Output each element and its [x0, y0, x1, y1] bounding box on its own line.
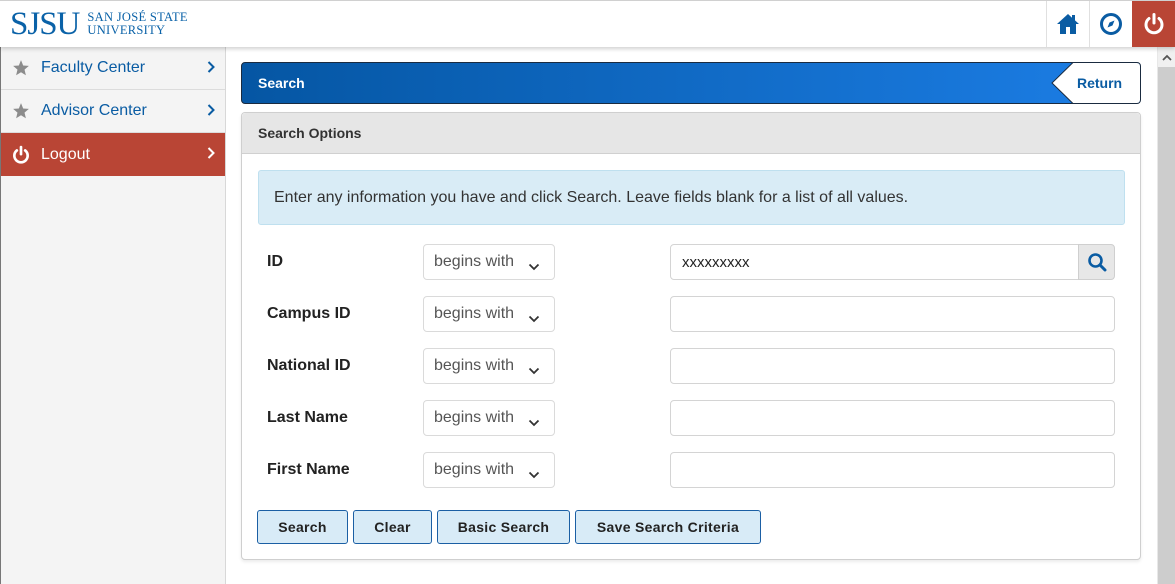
- compass-icon: [1100, 13, 1122, 35]
- sjsu-logo[interactable]: SJSU SAN JOSÉ STATE UNIVERSITY: [10, 7, 188, 41]
- logo-text: SAN JOSÉ STATE UNIVERSITY: [87, 11, 187, 37]
- field-label: ID: [267, 253, 283, 270]
- operator-value: begins with: [434, 409, 515, 426]
- navigator-button[interactable]: [1089, 1, 1132, 47]
- info-message: Enter any information you have and click…: [258, 170, 1125, 225]
- operator-value: begins with: [434, 305, 515, 322]
- home-icon: [1057, 14, 1079, 34]
- sidebar-item-label: Faculty Center: [41, 59, 146, 76]
- operator-select[interactable]: begins with: [423, 296, 555, 332]
- chevron-right-icon: [207, 60, 215, 79]
- sidebar-item-advisor-center[interactable]: Advisor Center: [1, 90, 225, 133]
- chevron-right-icon: [207, 103, 215, 122]
- page-title-bar: Search Return: [241, 62, 1141, 104]
- header-actions: [1046, 1, 1175, 47]
- search-icon: [1087, 253, 1106, 272]
- first-name-input[interactable]: [670, 452, 1115, 488]
- field-label: Campus ID: [267, 305, 351, 322]
- power-icon: [1, 145, 41, 165]
- page-title: Search: [258, 75, 305, 91]
- field-label: National ID: [267, 357, 351, 374]
- operator-value: begins with: [434, 357, 515, 374]
- sidebar-item-label: Advisor Center: [41, 102, 147, 119]
- return-label: Return: [1077, 75, 1123, 91]
- save-search-criteria-button[interactable]: Save Search Criteria: [575, 510, 761, 544]
- star-icon: [1, 59, 41, 77]
- chevron-down-icon: [528, 466, 540, 484]
- app: SJSU SAN JOSÉ STATE UNIVERSITY Faculty C…: [0, 0, 1175, 584]
- chevron-up-icon: [1161, 54, 1172, 61]
- home-button[interactable]: [1046, 1, 1089, 47]
- return-button[interactable]: Return: [1049, 63, 1140, 103]
- chevron-down-icon: [528, 310, 540, 328]
- last-name-input[interactable]: [670, 400, 1115, 436]
- chevron-down-icon: [528, 414, 540, 432]
- scroll-up-button[interactable]: [1158, 47, 1175, 67]
- chevron-down-icon: [528, 258, 540, 276]
- top-header: SJSU SAN JOSÉ STATE UNIVERSITY: [0, 0, 1175, 47]
- field-label: Last Name: [267, 409, 348, 426]
- operator-select[interactable]: begins with: [423, 244, 555, 280]
- operator-value: begins with: [434, 461, 515, 478]
- operator-select[interactable]: begins with: [423, 400, 555, 436]
- vertical-scrollbar[interactable]: [1157, 47, 1175, 584]
- chevron-right-icon: [207, 146, 215, 165]
- clear-button[interactable]: Clear: [353, 510, 432, 544]
- basic-search-button[interactable]: Basic Search: [437, 510, 570, 544]
- action-buttons: Search Clear Basic Search Save Search Cr…: [257, 510, 761, 544]
- sidebar-item-faculty-center[interactable]: Faculty Center: [1, 47, 225, 90]
- field-row-campus-id: Campus ID begins with: [267, 296, 1117, 332]
- operator-value: begins with: [434, 253, 515, 270]
- sidebar-item-label: Logout: [41, 145, 90, 163]
- header-logout-button[interactable]: [1132, 1, 1175, 47]
- star-icon: [1, 102, 41, 120]
- field-row-national-id: National ID begins with: [267, 348, 1117, 384]
- search-button[interactable]: Search: [257, 510, 348, 544]
- operator-select[interactable]: begins with: [423, 348, 555, 384]
- panel-title: Search Options: [242, 113, 1140, 154]
- search-options-panel: Search Options Enter any information you…: [241, 112, 1141, 560]
- id-input[interactable]: xxxxxxxxx: [670, 244, 1079, 280]
- lookup-button[interactable]: [1078, 244, 1115, 280]
- field-row-id: ID begins with xxxxxxxxx: [267, 244, 1117, 280]
- power-icon: [1144, 13, 1163, 35]
- logo-line-2: UNIVERSITY: [87, 23, 166, 37]
- logo-line-1: SAN JOSÉ STATE: [87, 10, 188, 24]
- sidebar-item-logout[interactable]: Logout: [1, 133, 225, 176]
- field-label: First Name: [267, 461, 350, 478]
- field-row-last-name: Last Name begins with: [267, 400, 1117, 436]
- national-id-input[interactable]: [670, 348, 1115, 384]
- campus-id-input[interactable]: [670, 296, 1115, 332]
- sidebar: Faculty Center Advisor Center Logout: [0, 47, 226, 584]
- logo-mark: SJSU: [10, 6, 80, 42]
- operator-select[interactable]: begins with: [423, 452, 555, 488]
- field-row-first-name: First Name begins with: [267, 452, 1117, 488]
- chevron-down-icon: [528, 362, 540, 380]
